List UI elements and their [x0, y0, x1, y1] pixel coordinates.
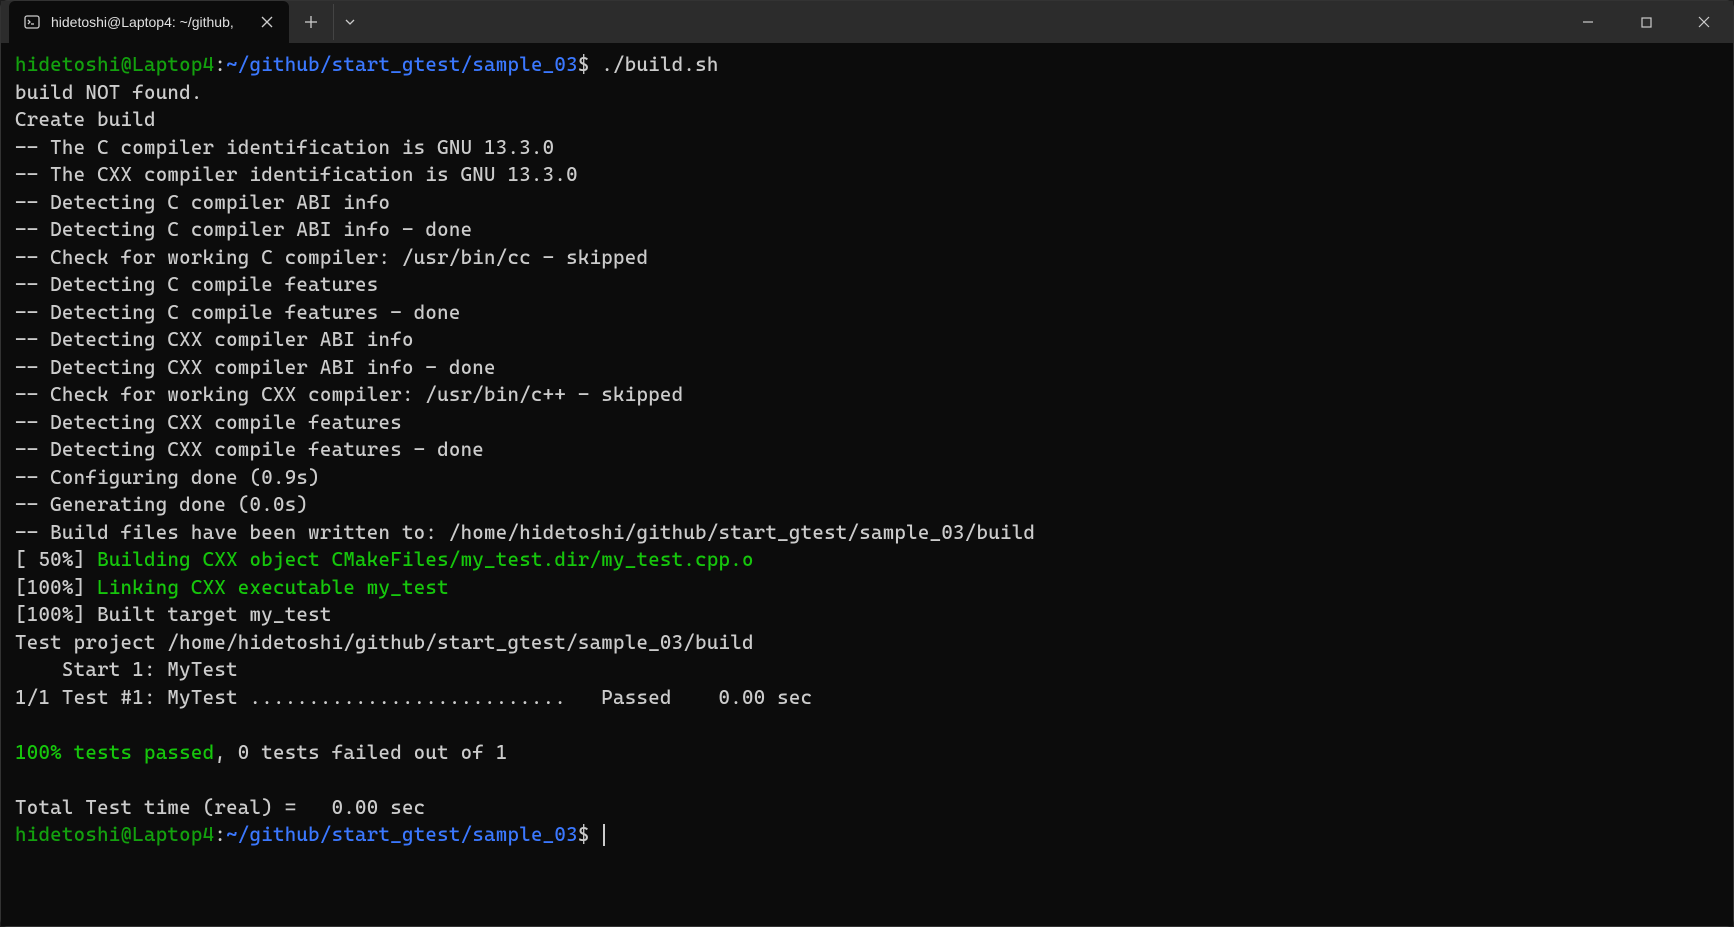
- output-line: -- Detecting C compiler ABI info: [15, 191, 390, 214]
- output-line: -- The CXX compiler identification is GN…: [15, 163, 578, 186]
- prompt-dollar: $: [578, 823, 590, 846]
- cursor: [603, 824, 605, 846]
- output-line: -- Build files have been written to: /ho…: [15, 521, 1035, 544]
- window-controls: [1559, 1, 1733, 43]
- prompt-path: ~/github/start_gtest/sample_03: [226, 53, 578, 76]
- maximize-button[interactable]: [1617, 1, 1675, 43]
- output-line: -- Check for working CXX compiler: /usr/…: [15, 383, 683, 406]
- prompt-userhost: hidetoshi@Laptop4: [15, 53, 214, 76]
- output-line: Create build: [15, 108, 156, 131]
- output-line: -- The C compiler identification is GNU …: [15, 136, 554, 159]
- output-line: Test project /home/hidetoshi/github/star…: [15, 631, 754, 654]
- output-line: [100%] Built target my_test: [15, 603, 332, 626]
- output-line: 1/1 Test #1: MyTest ....................…: [15, 686, 812, 709]
- output-line: -- Generating done (0.0s): [15, 493, 308, 516]
- titlebar: hidetoshi@Laptop4: ~/github,: [1, 1, 1733, 43]
- prompt-userhost: hidetoshi@Laptop4: [15, 823, 214, 846]
- output-line: -- Detecting CXX compiler ABI info: [15, 328, 414, 351]
- new-tab-button[interactable]: [293, 4, 329, 40]
- prompt-path: ~/github/start_gtest/sample_03: [226, 823, 578, 846]
- command-text: ./build.sh: [590, 53, 719, 76]
- tab-title: hidetoshi@Laptop4: ~/github,: [51, 14, 247, 30]
- output-line: -- Detecting C compile features: [15, 273, 379, 296]
- close-window-button[interactable]: [1675, 1, 1733, 43]
- terminal-content[interactable]: hidetoshi@Laptop4:~/github/start_gtest/s…: [1, 43, 1733, 926]
- build-text: Linking CXX executable my_test: [97, 576, 449, 599]
- prompt-colon: :: [214, 53, 226, 76]
- minimize-button[interactable]: [1559, 1, 1617, 43]
- output-line: build NOT found.: [15, 81, 203, 104]
- output-line: -- Detecting CXX compiler ABI info - don…: [15, 356, 496, 379]
- output-line: -- Detecting C compiler ABI info - done: [15, 218, 472, 241]
- tab-dropdown-button[interactable]: [333, 4, 365, 40]
- terminal-icon: [23, 13, 41, 31]
- build-percent: [100%]: [15, 576, 97, 599]
- output-line: Total Test time (real) = 0.00 sec: [15, 796, 425, 819]
- output-line: -- Detecting CXX compile features - done: [15, 438, 484, 461]
- tab-close-button[interactable]: [257, 12, 277, 32]
- output-line: -- Detecting C compile features - done: [15, 301, 461, 324]
- tests-passed-rest: , 0 tests failed out of 1: [214, 741, 507, 764]
- build-text: Building CXX object CMakeFiles/my_test.d…: [97, 548, 754, 571]
- prompt-colon: :: [214, 823, 226, 846]
- output-line: -- Detecting CXX compile features: [15, 411, 402, 434]
- output-line: -- Check for working C compiler: /usr/bi…: [15, 246, 648, 269]
- output-line: Start 1: MyTest: [15, 658, 238, 681]
- output-line: -- Configuring done (0.9s): [15, 466, 320, 489]
- build-percent: [ 50%]: [15, 548, 97, 571]
- tests-passed: 100% tests passed: [15, 741, 214, 764]
- terminal-tab[interactable]: hidetoshi@Laptop4: ~/github,: [9, 1, 289, 43]
- prompt-dollar: $: [578, 53, 590, 76]
